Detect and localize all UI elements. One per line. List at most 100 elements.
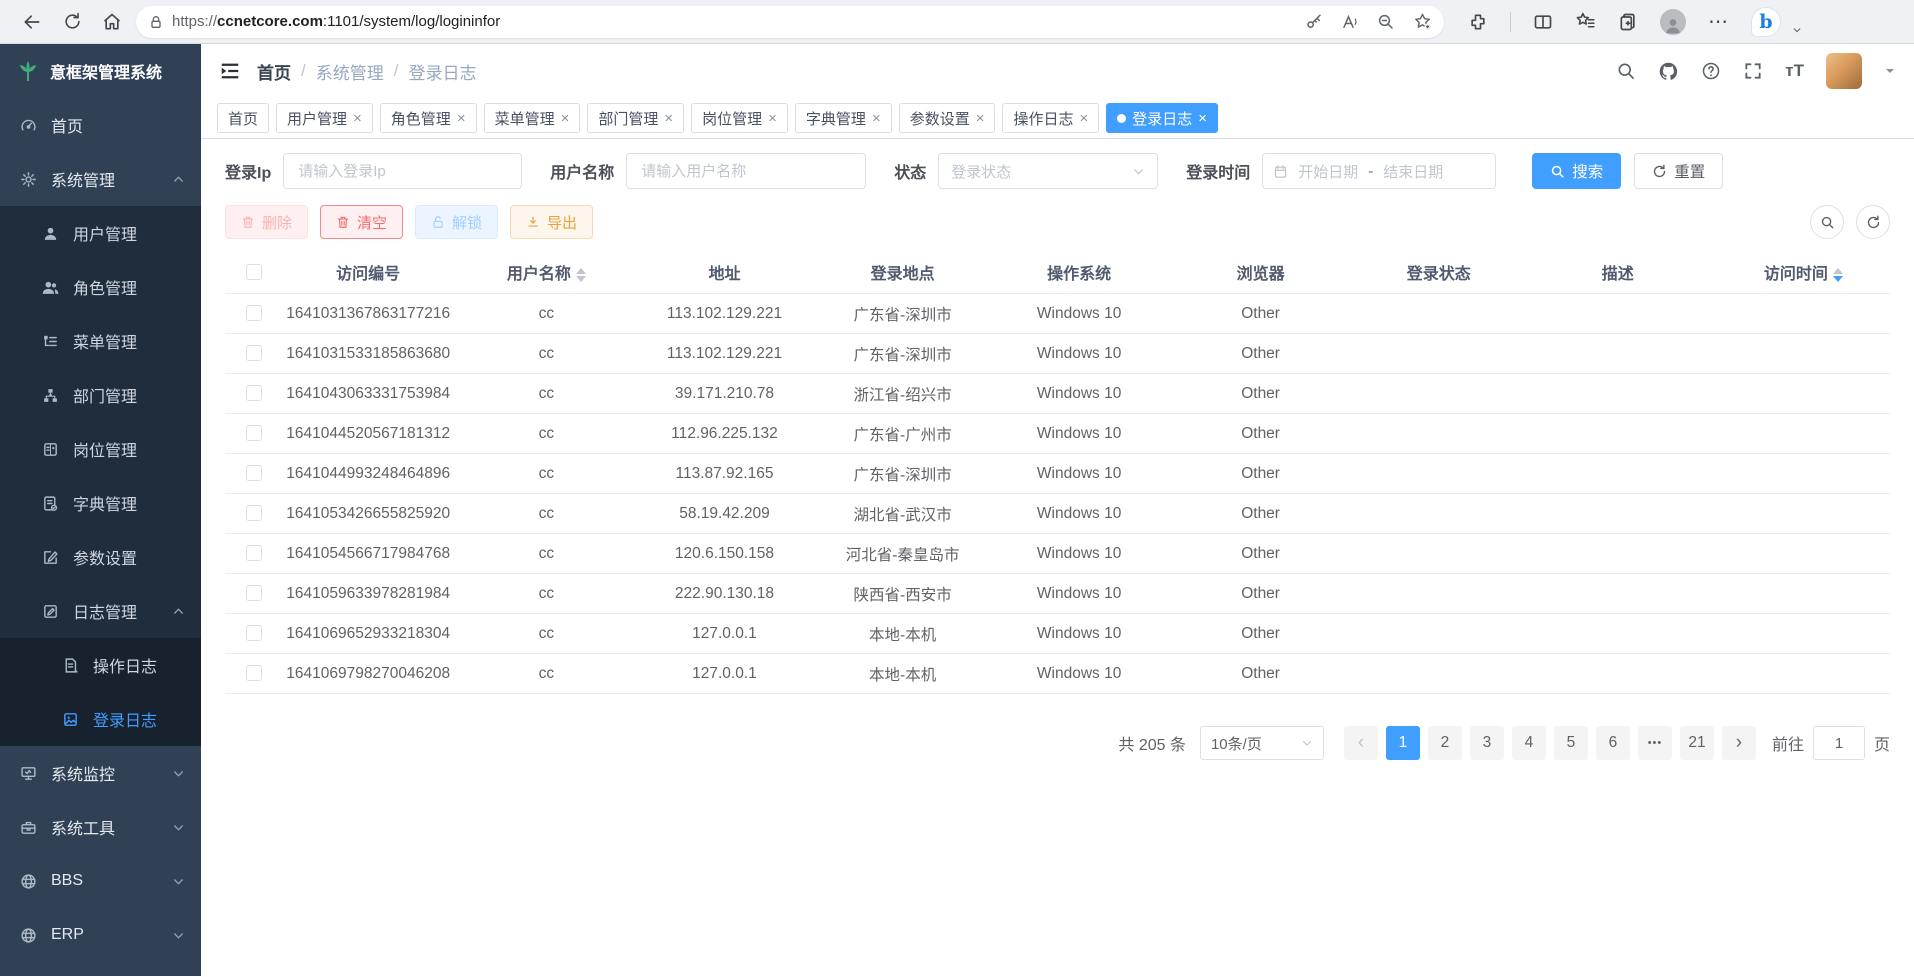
row-checkbox[interactable]	[246, 305, 262, 321]
close-icon[interactable]: ×	[353, 111, 362, 126]
page-button-2[interactable]: 2	[1428, 726, 1462, 760]
close-icon[interactable]: ×	[457, 111, 466, 126]
page-button-4[interactable]: 4	[1512, 726, 1546, 760]
github-icon[interactable]	[1658, 61, 1679, 82]
zoom-out-icon[interactable]	[1377, 13, 1395, 31]
sidebar-item-erp[interactable]: ERP	[0, 908, 201, 962]
close-icon[interactable]: ×	[872, 111, 881, 126]
login-status-select[interactable]: 登录状态	[938, 153, 1158, 189]
unlock-button[interactable]: 解锁	[415, 205, 498, 239]
page-button-6[interactable]: 6	[1596, 726, 1630, 760]
row-checkbox[interactable]	[246, 465, 262, 481]
user-avatar[interactable]	[1826, 53, 1862, 89]
question-help-icon[interactable]	[1701, 61, 1721, 81]
search-button[interactable]: 搜索	[1532, 153, 1621, 189]
reset-button[interactable]: 重置	[1634, 153, 1723, 189]
favorites-bar-icon[interactable]	[1575, 11, 1596, 32]
row-checkbox[interactable]	[246, 665, 262, 681]
date-range-picker[interactable]: 开始日期 - 结束日期	[1262, 153, 1496, 189]
tab-menu-manage[interactable]: 菜单管理×	[484, 103, 581, 133]
toggle-search-button[interactable]	[1810, 205, 1844, 239]
close-icon[interactable]: ×	[1080, 111, 1089, 126]
tab-login-log[interactable]: 登录日志×	[1106, 103, 1218, 133]
tab-post-manage[interactable]: 岗位管理×	[691, 103, 788, 133]
table-row[interactable]: 1641044520567181312cc112.96.225.132广东省-广…	[225, 414, 1890, 454]
tab-user-manage[interactable]: 用户管理×	[276, 103, 373, 133]
more-pages-button[interactable]: •••	[1638, 726, 1672, 760]
table-row[interactable]: 1641031367863177216cc113.102.129.221广东省-…	[225, 294, 1890, 334]
font-size-icon[interactable]: тT	[1785, 61, 1804, 81]
table-row[interactable]: 1641054566717984768cc120.6.150.158河北省-秦皇…	[225, 534, 1890, 574]
sidebar-item-role-manage[interactable]: 角色管理	[0, 260, 201, 314]
header-search-icon[interactable]	[1616, 61, 1636, 81]
next-page-button[interactable]: ›	[1722, 726, 1756, 760]
address-bar[interactable]: https://ccnetcore.com:1101/system/log/lo…	[136, 6, 1444, 38]
table-row[interactable]: 1641031533185863680cc113.102.129.221广东省-…	[225, 334, 1890, 374]
sidebar-item-dict-manage[interactable]: 字典管理	[0, 476, 201, 530]
sidebar-item-yi-framework[interactable]: Yi框架	[0, 962, 201, 976]
chevron-down-icon[interactable]	[1791, 25, 1803, 37]
sidebar-item-bbs[interactable]: BBS	[0, 854, 201, 908]
sidebar-item-menu-manage[interactable]: 菜单管理	[0, 314, 201, 368]
sidebar-collapse-icon[interactable]	[219, 60, 241, 82]
sidebar-item-post-manage[interactable]: 岗位管理	[0, 422, 201, 476]
tab-home[interactable]: 首页	[217, 103, 269, 133]
sidebar-item-system-monitor[interactable]: 系统监控	[0, 746, 201, 800]
split-screen-icon[interactable]	[1533, 12, 1553, 32]
close-icon[interactable]: ×	[1198, 111, 1207, 126]
sidebar-item-system-manage[interactable]: 系统管理	[0, 152, 201, 206]
bing-copilot-icon[interactable]: b	[1751, 7, 1781, 37]
row-checkbox[interactable]	[246, 545, 262, 561]
row-checkbox[interactable]	[246, 385, 262, 401]
fullscreen-icon[interactable]	[1743, 61, 1763, 81]
page-button-3[interactable]: 3	[1470, 726, 1504, 760]
tab-operation-log[interactable]: 操作日志×	[1002, 103, 1099, 133]
table-row[interactable]: 1641044993248464896cc113.87.92.165广东省-深圳…	[225, 454, 1890, 494]
column-header-time[interactable]: 访问时间	[1717, 251, 1890, 294]
login-ip-input[interactable]	[283, 153, 522, 189]
sidebar-item-operation-log[interactable]: 操作日志	[0, 638, 201, 692]
extensions-icon[interactable]	[1468, 12, 1488, 32]
table-row[interactable]: 1641043063331753984cc39.171.210.78浙江省-绍兴…	[225, 374, 1890, 414]
clear-button[interactable]: 清空	[320, 205, 403, 239]
close-icon[interactable]: ×	[561, 111, 570, 126]
sidebar-item-dept-manage[interactable]: 部门管理	[0, 368, 201, 422]
close-icon[interactable]: ×	[976, 111, 985, 126]
home-button[interactable]	[92, 5, 132, 39]
page-size-select[interactable]: 10条/页	[1200, 726, 1324, 760]
sort-icon[interactable]	[1833, 268, 1843, 282]
tab-param-setting[interactable]: 参数设置×	[899, 103, 996, 133]
column-header-user[interactable]: 用户名称	[453, 251, 639, 294]
sort-icon[interactable]	[576, 268, 586, 282]
export-button[interactable]: 导出	[510, 205, 593, 239]
password-key-icon[interactable]	[1305, 13, 1323, 31]
user-name-input[interactable]	[626, 153, 866, 189]
delete-button[interactable]: 删除	[225, 205, 308, 239]
tab-role-manage[interactable]: 角色管理×	[380, 103, 477, 133]
table-row[interactable]: 1641059633978281984cc222.90.130.18陕西省-西安…	[225, 574, 1890, 614]
goto-page-input[interactable]	[1813, 726, 1865, 760]
row-checkbox[interactable]	[246, 505, 262, 521]
refresh-table-button[interactable]	[1856, 205, 1890, 239]
read-aloud-icon[interactable]	[1341, 13, 1359, 31]
tab-dept-manage[interactable]: 部门管理×	[587, 103, 684, 133]
browser-profile-avatar[interactable]	[1660, 9, 1686, 35]
table-row[interactable]: 1641069798270046208cc127.0.0.1本地-本机Windo…	[225, 654, 1890, 694]
page-button-21[interactable]: 21	[1680, 726, 1714, 760]
table-row[interactable]: 1641069652933218304cc127.0.0.1本地-本机Windo…	[225, 614, 1890, 654]
row-checkbox[interactable]	[246, 585, 262, 601]
close-icon[interactable]: ×	[768, 111, 777, 126]
sidebar-item-login-log[interactable]: 登录日志	[0, 692, 201, 746]
page-button-5[interactable]: 5	[1554, 726, 1588, 760]
refresh-button[interactable]	[52, 5, 92, 39]
collections-icon[interactable]	[1618, 12, 1638, 32]
back-button[interactable]	[12, 5, 52, 39]
sidebar-item-system-tools[interactable]: 系统工具	[0, 800, 201, 854]
breadcrumb-home[interactable]: 首页	[257, 59, 291, 84]
sidebar-item-home[interactable]: 首页	[0, 98, 201, 152]
sidebar-item-log-manage[interactable]: 日志管理	[0, 584, 201, 638]
row-checkbox[interactable]	[246, 345, 262, 361]
select-all-checkbox[interactable]	[246, 264, 262, 280]
table-row[interactable]: 1641053426655825920cc58.19.42.209湖北省-武汉市…	[225, 494, 1890, 534]
browser-settings-menu-icon[interactable]: ⋯	[1708, 9, 1729, 34]
